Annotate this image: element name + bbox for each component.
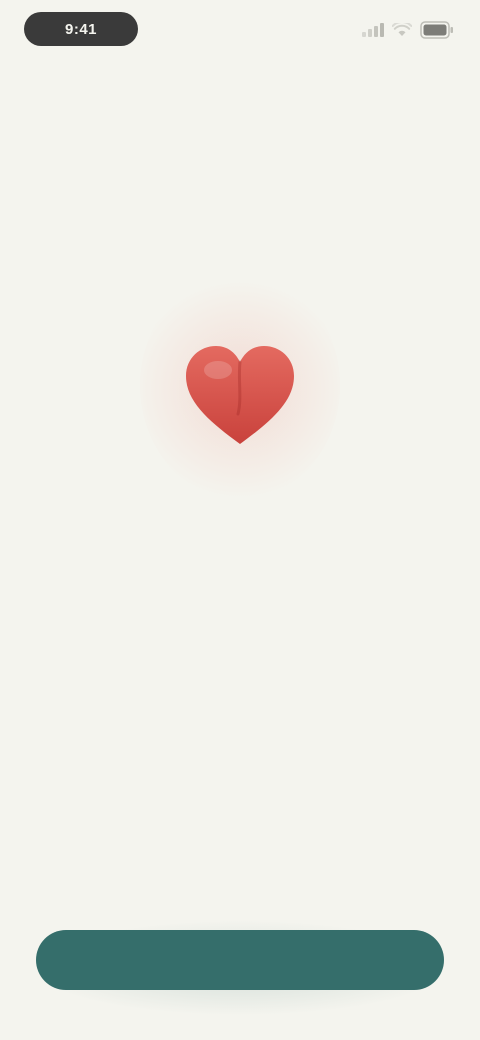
- hero-illustration: [140, 270, 340, 500]
- status-icons: [362, 18, 454, 42]
- app-screen: 9:41: [0, 0, 480, 1040]
- status-time: 9:41: [24, 12, 138, 46]
- primary-cta-button[interactable]: [36, 930, 444, 990]
- status-bar: 9:41: [0, 0, 480, 64]
- heart-icon: [180, 340, 300, 455]
- battery-icon: [420, 21, 454, 39]
- wifi-icon: [392, 23, 412, 37]
- cellular-signal-icon: [362, 23, 384, 37]
